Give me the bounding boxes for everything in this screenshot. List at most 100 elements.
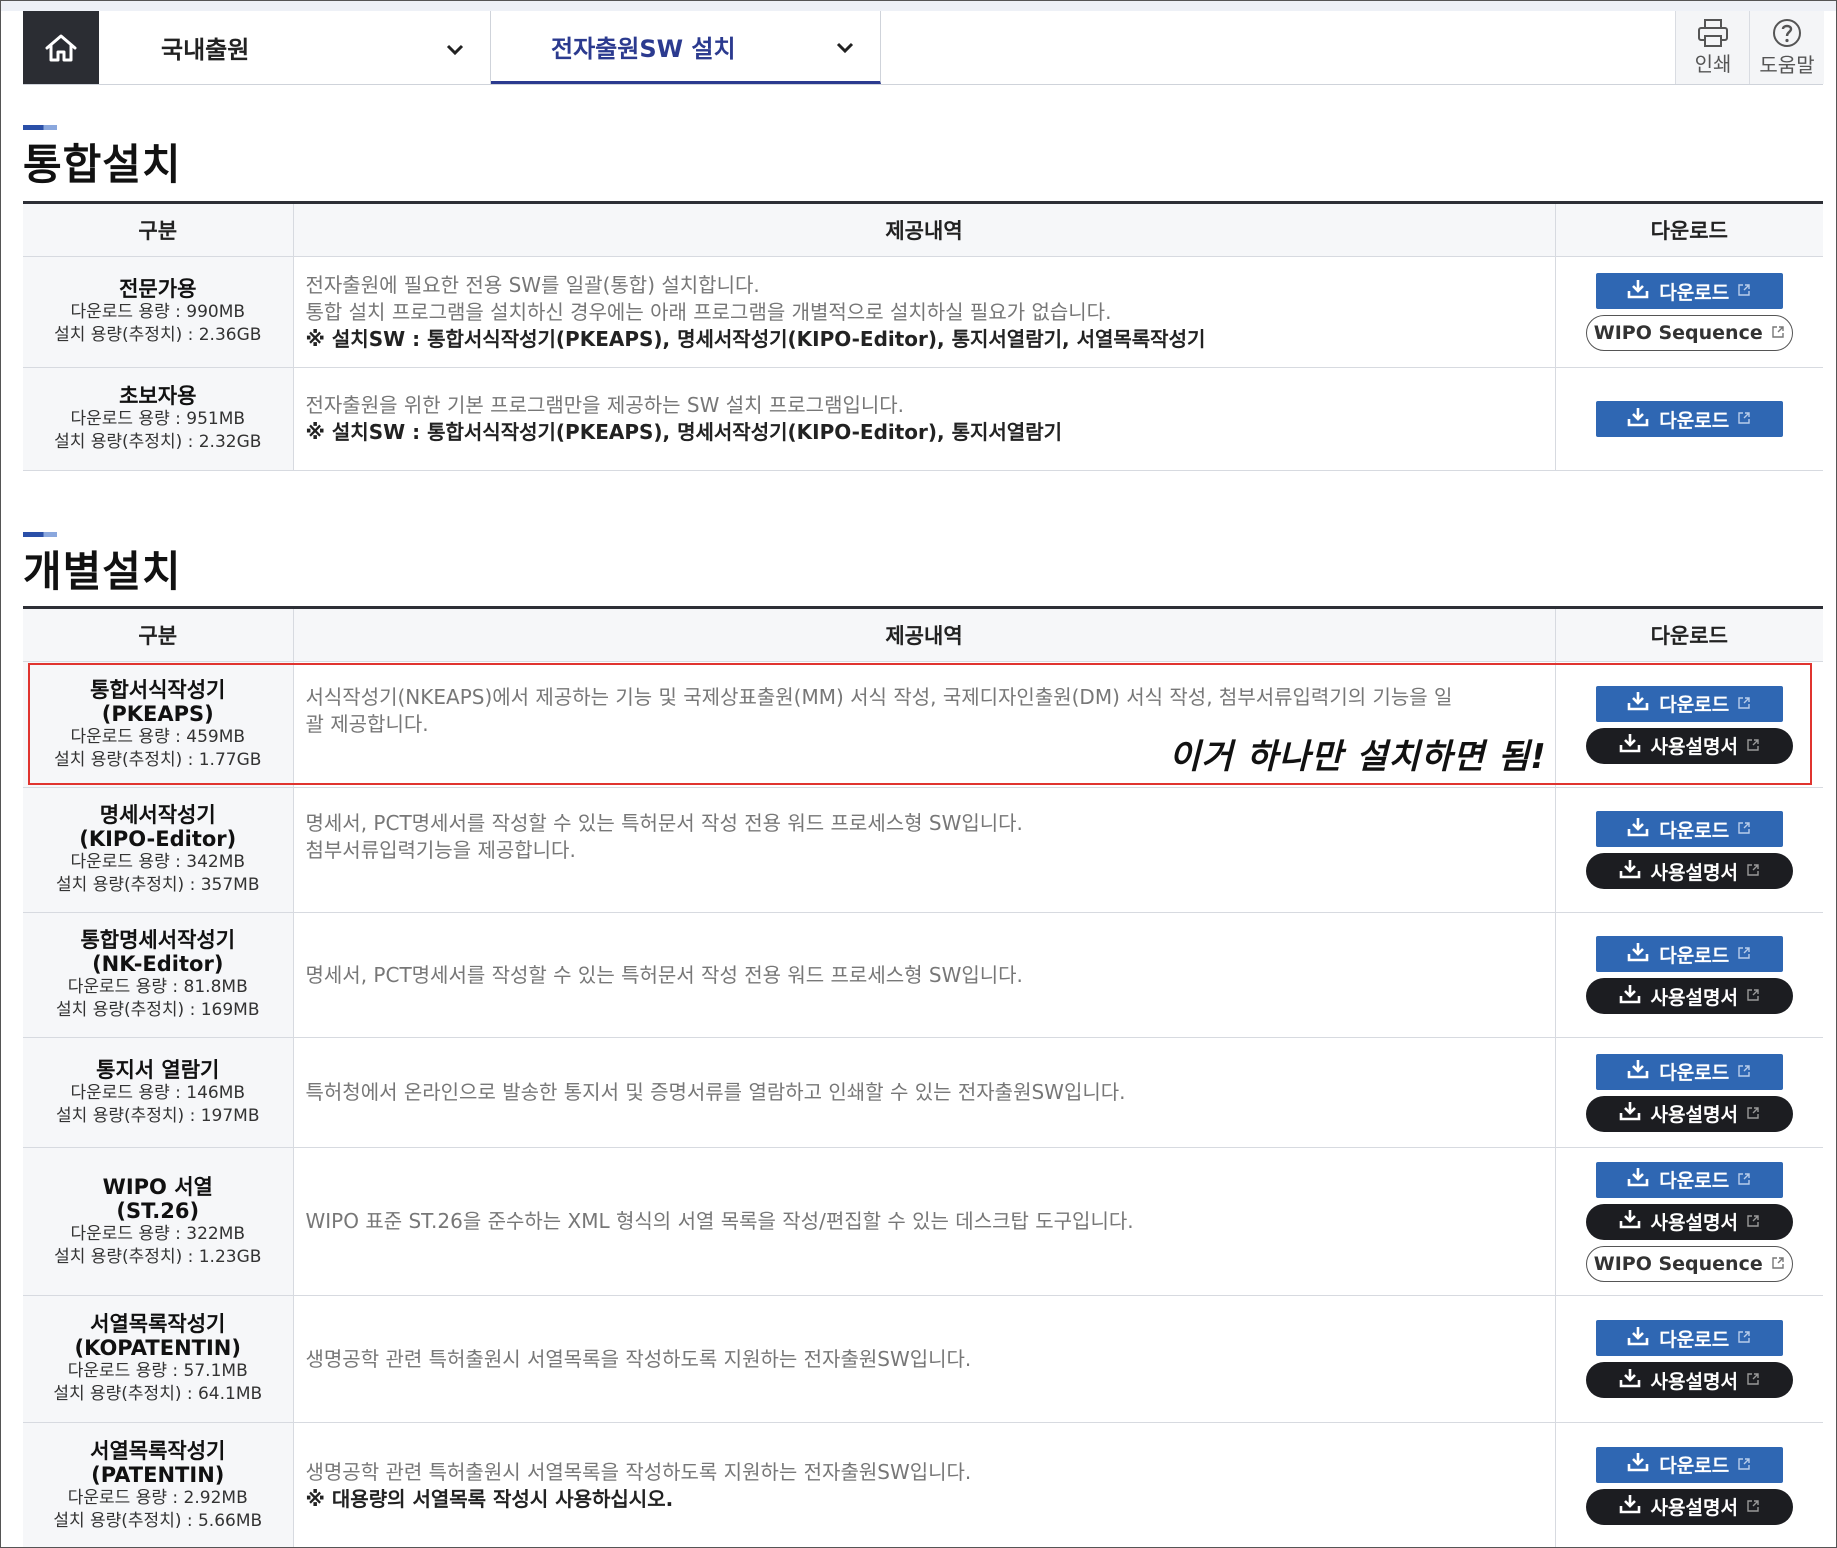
download-size: 다운로드 용량 : 81.8MB — [67, 977, 248, 997]
download-icon — [1627, 1452, 1649, 1477]
manual-button-label: 사용설명서 — [1650, 1370, 1738, 1393]
download-button[interactable]: 다운로드 — [1595, 401, 1783, 437]
manual-button[interactable]: 사용설명서 — [1585, 1095, 1793, 1132]
column-header-download: 다운로드 — [1554, 202, 1823, 257]
nav-menu-sw-install[interactable]: 전자출원SW 설치 — [491, 11, 881, 84]
package-subname: (NK-Editor) — [92, 952, 224, 976]
install-size: 설치 용량(추정치) : 5.66MB — [53, 1510, 263, 1531]
download-size: 다운로드 용량 : 342MB — [70, 852, 246, 872]
download-icon — [1627, 817, 1649, 842]
description-note: ※ 설치SW : 통합서식작성기(PKEAPS), 명세서작성기(KIPO-Ed… — [305, 420, 1063, 444]
package-subname: (PATENTIN) — [91, 1462, 225, 1487]
download-size: 다운로드 용량 : 2.92MB — [67, 1487, 248, 1508]
external-link-icon — [1746, 985, 1760, 1007]
manual-button[interactable]: 사용설명서 — [1585, 1362, 1793, 1398]
home-button[interactable] — [23, 11, 99, 84]
row-downloads: 다운로드 — [1554, 367, 1823, 471]
row-downloads: 다운로드 사용설명서 WIPO Sequence — [1554, 1147, 1823, 1296]
row-description: 생명공학 관련 특허출원시 서열목록을 작성하도록 지원하는 전자출원SW입니다… — [292, 1295, 1555, 1423]
external-link-icon — [1746, 1369, 1760, 1391]
column-header-category: 구분 — [23, 607, 293, 662]
nav-menu-domestic[interactable]: 국내출원 — [99, 11, 491, 84]
download-icon — [1627, 1167, 1649, 1192]
table-row-wipo-st26: WIPO 서열 (ST.26) 다운로드 용량 : 322MB 설치 용량(추정… — [23, 1147, 1823, 1296]
download-button-label: 다운로드 — [1659, 944, 1730, 967]
download-button[interactable]: 다운로드 — [1595, 811, 1783, 847]
row-downloads: 다운로드 사용설명서 — [1554, 912, 1823, 1038]
description-line: 통합 설치 프로그램을 설치하신 경우에는 아래 프로그램을 개별적으로 설치하… — [305, 299, 1112, 324]
download-button[interactable]: 다운로드 — [1595, 1446, 1783, 1483]
table-row-kopatentin: 서열목록작성기 (KOPATENTIN) 다운로드 용량 : 57.1MB 설치… — [23, 1295, 1823, 1423]
row-category: 통합명세서작성기 (NK-Editor) 다운로드 용량 : 81.8MB 설치… — [23, 912, 293, 1038]
manual-button[interactable]: 사용설명서 — [1585, 853, 1793, 889]
external-link-icon — [1746, 1211, 1760, 1233]
download-button-label: 다운로드 — [1659, 281, 1730, 304]
package-subname: (KOPATENTIN) — [74, 1336, 241, 1360]
manual-button[interactable]: 사용설명서 — [1585, 1488, 1793, 1525]
top-navigation: 국내출원 전자출원SW 설치 인쇄 도움말 — [23, 11, 1824, 85]
external-link-icon — [1737, 818, 1751, 840]
package-name: 명세서작성기 — [99, 803, 216, 827]
manual-button-label: 사용설명서 — [1650, 986, 1738, 1009]
download-button[interactable]: 다운로드 — [1595, 273, 1783, 309]
description-note: ※ 설치SW : 통합서식작성기(PKEAPS), 명세서작성기(KIPO-Ed… — [305, 326, 1206, 351]
row-description: 명세서, PCT명세서를 작성할 수 있는 특허문서 작성 전용 워드 프로세스… — [292, 912, 1555, 1038]
description-line: 전자출원을 위한 기본 프로그램만을 제공하는 SW 설치 프로그램입니다. — [305, 393, 905, 417]
external-link-icon — [1737, 1169, 1751, 1191]
printer-icon — [1698, 19, 1728, 47]
row-downloads: 다운로드 사용설명서 — [1554, 787, 1823, 913]
row-description: 전자출원을 위한 기본 프로그램만을 제공하는 SW 설치 프로그램입니다. ※… — [292, 367, 1555, 471]
wipo-sequence-button[interactable]: WIPO Sequence — [1585, 1245, 1793, 1282]
install-size: 설치 용량(추정치) : 64.1MB — [53, 1384, 263, 1404]
wipo-sequence-button[interactable]: WIPO Sequence — [1585, 315, 1793, 351]
question-circle-icon — [1773, 19, 1801, 47]
row-category: 서열목록작성기 (PATENTIN) 다운로드 용량 : 2.92MB 설치 용… — [23, 1422, 293, 1547]
description-line: 첨부서류입력기능을 제공합니다. — [305, 838, 576, 862]
download-button[interactable]: 다운로드 — [1595, 1320, 1783, 1356]
table-header-row: 구분 제공내역 다운로드 — [23, 607, 1823, 662]
description-line: 전자출원에 필요한 전용 SW를 일괄(통합) 설치합니다. — [305, 272, 760, 297]
nav-menu-domestic-label: 국내출원 — [161, 36, 250, 64]
download-size: 다운로드 용량 : 990MB — [70, 302, 246, 322]
download-button-label: 다운로드 — [1659, 1455, 1730, 1477]
download-button-label: 다운로드 — [1659, 1062, 1730, 1084]
download-button[interactable]: 다운로드 — [1595, 936, 1783, 972]
table-row-nk-editor: 통합명세서작성기 (NK-Editor) 다운로드 용량 : 81.8MB 설치… — [23, 912, 1823, 1038]
print-label: 인쇄 — [1694, 52, 1732, 76]
external-link-icon — [1737, 1327, 1751, 1349]
external-link-icon — [1746, 1496, 1760, 1518]
nav-menu-sw-install-label: 전자출원SW 설치 — [551, 34, 736, 63]
manual-button[interactable]: 사용설명서 — [1585, 1203, 1793, 1240]
row-downloads: 다운로드 사용설명서 — [1554, 1037, 1823, 1148]
download-button[interactable]: 다운로드 — [1595, 1053, 1783, 1090]
row-description: 특허청에서 온라인으로 발송한 통지서 및 증명서류를 열람하고 인쇄할 수 있… — [292, 1037, 1555, 1148]
manual-button-label: 사용설명서 — [1650, 1104, 1738, 1126]
download-icon — [1627, 407, 1649, 432]
annotation-text: 이거 하나만 설치하면 됨! — [1169, 737, 1547, 777]
external-link-icon — [1737, 943, 1751, 965]
print-button[interactable]: 인쇄 — [1675, 11, 1750, 84]
row-category: 통지서 열람기 다운로드 용량 : 146MB 설치 용량(추정치) : 197… — [23, 1037, 293, 1148]
description-note: ※ 대용량의 서열목록 작성시 사용하십시오. — [305, 1486, 674, 1511]
package-name: 초보자용 — [119, 384, 197, 408]
download-button-label: 다운로드 — [1659, 819, 1730, 842]
install-size: 설치 용량(추정치) : 197MB — [56, 1105, 260, 1126]
table-row-expert: 전문가용 다운로드 용량 : 990MB 설치 용량(추정치) : 2.36GB… — [23, 256, 1823, 368]
manual-button-label: 사용설명서 — [1650, 1212, 1738, 1234]
package-subname: (ST.26) — [116, 1198, 200, 1223]
section-marker — [23, 532, 57, 537]
row-description: 생명공학 관련 특허출원시 서열목록을 작성하도록 지원하는 전자출원SW입니다… — [292, 1422, 1555, 1547]
row-category: 명세서작성기 (KIPO-Editor) 다운로드 용량 : 342MB 설치 … — [23, 787, 293, 913]
description-line: 명세서, PCT명세서를 작성할 수 있는 특허문서 작성 전용 워드 프로세스… — [305, 811, 1023, 835]
manual-button[interactable]: 사용설명서 — [1585, 978, 1793, 1014]
home-icon — [45, 34, 77, 61]
help-button[interactable]: 도움말 — [1749, 11, 1824, 84]
download-icon — [1619, 1101, 1641, 1126]
page-frame: 국내출원 전자출원SW 설치 인쇄 도움말 통합설치 구분 제공내역 다운로드 … — [0, 0, 1837, 1548]
description-line: 특허청에서 온라인으로 발송한 통지서 및 증명서류를 열람하고 인쇄할 수 있… — [305, 1080, 1126, 1104]
table-row-patentin: 서열목록작성기 (PATENTIN) 다운로드 용량 : 2.92MB 설치 용… — [23, 1422, 1823, 1547]
download-size: 다운로드 용량 : 322MB — [70, 1223, 246, 1244]
download-button[interactable]: 다운로드 — [1595, 1161, 1783, 1198]
column-header-description: 제공내역 — [292, 607, 1555, 662]
integrated-install-table: 구분 제공내역 다운로드 전문가용 다운로드 용량 : 990MB 설치 용량(… — [23, 201, 1823, 471]
